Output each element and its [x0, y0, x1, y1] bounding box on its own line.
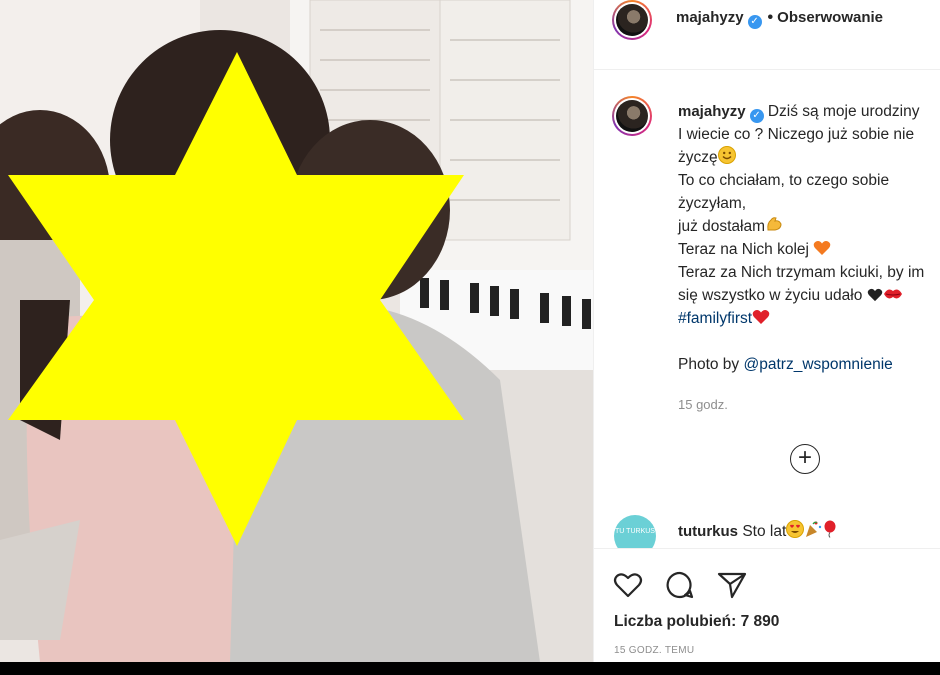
heart-eyes-emoji-icon [786, 520, 805, 538]
black-heart-emoji-icon [867, 288, 882, 302]
flexed-biceps-emoji-icon [767, 217, 782, 231]
caption-line-5: życzyłam, [678, 195, 747, 212]
caption-line-4: To co chciałam, to czego sobie [678, 172, 890, 189]
caption-line-3: życzę [678, 149, 718, 166]
caption-line-2: I wiecie co ? Niczego już sobie nie [678, 126, 915, 143]
hashtag-familyfirst-link[interactable]: #familyfirst [678, 310, 752, 327]
caption-line-1: Dziś są moje urodziny [767, 103, 920, 120]
caption-line-7: Teraz na Nich kolej [678, 241, 809, 258]
author-avatar[interactable] [612, 0, 652, 40]
paper-plane-icon[interactable] [716, 569, 748, 601]
heart-icon[interactable] [612, 569, 644, 601]
commenter-avatar[interactable]: TU TURKUS [614, 515, 656, 548]
verified-badge-icon: ✓ [749, 109, 764, 123]
photo-illustration [0, 0, 593, 662]
following-button[interactable]: Obserwowanie [777, 9, 883, 26]
post-header: majahyzy ✓ • Obserwowanie [594, 0, 940, 70]
balloon-emoji-icon [824, 520, 836, 538]
likes-count[interactable]: Liczba polubień: 7 890 [614, 613, 779, 631]
verified-badge-icon: ✓ [747, 15, 762, 29]
red-heart-emoji-icon [752, 310, 770, 324]
post-actions-section: Liczba polubień: 7 890 15 godz. temu [594, 548, 940, 662]
post-timestamp[interactable]: 15 godz. temu [614, 645, 694, 656]
photo-credit-link[interactable]: @patrz_wspomnienie [744, 356, 893, 373]
commenter-username[interactable]: tuturkus [678, 523, 738, 540]
post-photo [0, 0, 593, 662]
screen-bottom-bar [0, 662, 940, 675]
caption-author-avatar[interactable] [612, 96, 652, 136]
party-popper-emoji-icon [806, 521, 822, 537]
smiling-face-emoji-icon [717, 146, 736, 164]
caption-username[interactable]: majahyzy [678, 103, 746, 120]
header-name-row: majahyzy ✓ • Obserwowanie [676, 9, 883, 29]
plus-circle-icon[interactable]: + [790, 444, 820, 474]
comment-item: TU TURKUS tuturkus Sto lat [612, 515, 940, 548]
separator-dot: • [767, 9, 774, 26]
post-side-panel: majahyzy ✓ • Obserwowanie majahyzy ✓ Dziś są… [593, 0, 940, 662]
caption-line-9: się wszystko w życiu udało [678, 287, 863, 304]
author-username[interactable]: majahyzy [676, 9, 744, 26]
kiss-mark-emoji-icon [883, 289, 902, 299]
caption-line-8: Teraz za Nich trzymam kciuki, by im [678, 264, 925, 281]
post-caption: majahyzy ✓ Dziś są moje urodziny I wiecie… [678, 100, 940, 376]
photo-by-label: Photo by [678, 356, 740, 373]
caption-line-6: już dostałam [678, 218, 766, 235]
comment-bubble-icon[interactable] [664, 569, 696, 601]
comment-text-row: tuturkus Sto lat [678, 520, 838, 541]
comments-scroll-area[interactable]: majahyzy ✓ Dziś są moje urodziny I wiecie… [594, 70, 940, 548]
instagram-post-window: majahyzy ✓ • Obserwowanie majahyzy ✓ Dziś są… [0, 0, 940, 662]
comment-text: Sto lat [742, 523, 787, 540]
caption-timestamp[interactable]: 15 godz. [678, 397, 728, 412]
orange-heart-emoji-icon [813, 241, 831, 255]
